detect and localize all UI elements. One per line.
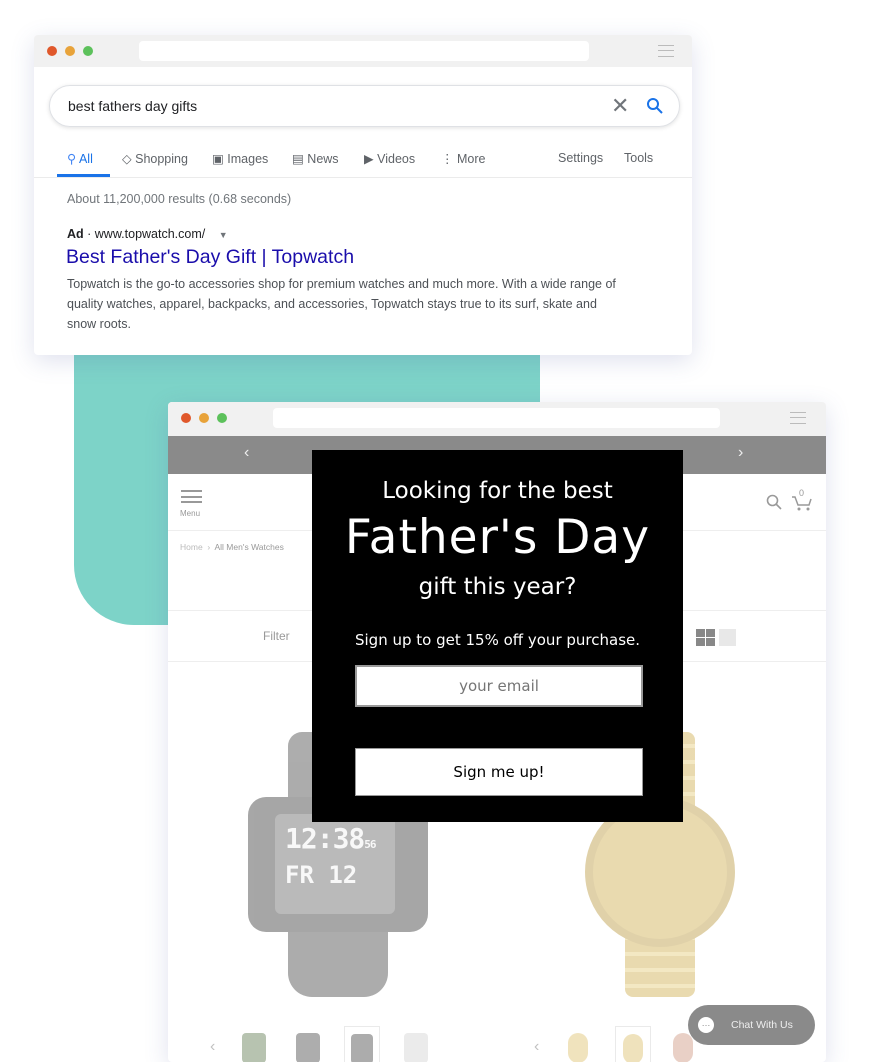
search-query: best fathers day gifts xyxy=(68,98,198,114)
menu-icon[interactable] xyxy=(790,412,806,424)
settings-link[interactable]: Settings xyxy=(558,151,603,165)
image-icon: ▣ xyxy=(212,152,224,166)
thumbnail-selected[interactable] xyxy=(615,1026,651,1062)
cart-icon xyxy=(792,496,812,511)
play-icon: ▶ xyxy=(364,152,374,166)
address-bar[interactable] xyxy=(273,408,720,428)
tab-shopping[interactable]: ◇ Shopping xyxy=(122,151,188,166)
close-dot[interactable] xyxy=(47,46,57,56)
breadcrumb: Home › All Men's Watches xyxy=(180,542,284,552)
breadcrumb-current[interactable]: All Men's Watches xyxy=(215,542,284,552)
tab-more[interactable]: ⋮ More xyxy=(441,151,485,166)
sign-up-button[interactable]: Sign me up! xyxy=(355,748,643,796)
menu-icon[interactable] xyxy=(658,45,674,57)
chevron-left-icon[interactable]: ‹ xyxy=(244,444,249,462)
more-vertical-icon: ⋮ xyxy=(441,152,454,166)
popup-heading-line1: Looking for the best xyxy=(382,478,613,504)
tab-all[interactable]: ⚲ All xyxy=(67,151,93,166)
chat-button[interactable]: … Chat With Us xyxy=(688,1005,815,1045)
search-icon: ⚲ xyxy=(67,152,77,166)
chevron-right-icon[interactable]: › xyxy=(738,444,743,462)
popup-offer: Sign up to get 15% off your purchase. xyxy=(354,631,640,649)
dropdown-arrow-icon[interactable]: ▼ xyxy=(219,230,228,240)
ad-line: Ad · www.topwatch.com/ ▼ xyxy=(67,227,228,241)
ad-title-link[interactable]: Best Father's Day Gift | Topwatch xyxy=(66,246,354,269)
tools-link[interactable]: Tools xyxy=(624,151,653,165)
maximize-dot[interactable] xyxy=(217,413,227,423)
hamburger-icon xyxy=(181,490,202,503)
chat-icon: … xyxy=(698,1017,714,1033)
minimize-dot[interactable] xyxy=(199,413,209,423)
popup-heading-main: Father's Day xyxy=(344,510,651,565)
filter-button[interactable]: Filter xyxy=(263,629,290,643)
search-input[interactable]: best fathers day gifts ✕ xyxy=(49,85,680,127)
search-icon[interactable] xyxy=(766,494,782,510)
popup-heading-line3: gift this year? xyxy=(418,574,577,600)
search-browser-window: best fathers day gifts ✕ ⚲ All ◇ Shoppin… xyxy=(34,35,692,355)
divider xyxy=(34,177,692,178)
browser-title-bar xyxy=(168,402,826,436)
minimize-dot[interactable] xyxy=(65,46,75,56)
maximize-dot[interactable] xyxy=(83,46,93,56)
grid-view-icon[interactable] xyxy=(696,629,715,646)
email-input[interactable] xyxy=(355,665,643,707)
thumbnail-prev-icon[interactable]: ‹ xyxy=(534,1038,539,1056)
browser-title-bar xyxy=(34,35,692,67)
thumbnail-selected[interactable] xyxy=(344,1026,380,1062)
ad-url: www.topwatch.com/ xyxy=(94,227,206,241)
tab-images[interactable]: ▣ Images xyxy=(212,151,268,166)
tab-videos[interactable]: ▶ Videos xyxy=(364,151,415,166)
tag-icon: ◇ xyxy=(122,152,132,166)
breadcrumb-home[interactable]: Home xyxy=(180,542,203,552)
list-view-icon[interactable] xyxy=(719,629,736,646)
results-count: About 11,200,000 results (0.68 seconds) xyxy=(67,192,292,206)
ad-description: Topwatch is the go-to accessories shop f… xyxy=(67,277,616,331)
clear-icon[interactable]: ✕ xyxy=(611,93,629,119)
cart-button[interactable]: 0 xyxy=(791,488,813,512)
search-icon[interactable] xyxy=(646,97,664,115)
tab-news[interactable]: ▤ News xyxy=(292,151,339,166)
news-icon: ▤ xyxy=(292,152,304,166)
close-dot[interactable] xyxy=(181,413,191,423)
thumbnail-prev-icon[interactable]: ‹ xyxy=(210,1038,215,1056)
address-bar[interactable] xyxy=(139,41,589,61)
signup-popup: Looking for the best Father's Day gift t… xyxy=(312,450,683,822)
menu-button[interactable]: Menu xyxy=(180,490,202,518)
